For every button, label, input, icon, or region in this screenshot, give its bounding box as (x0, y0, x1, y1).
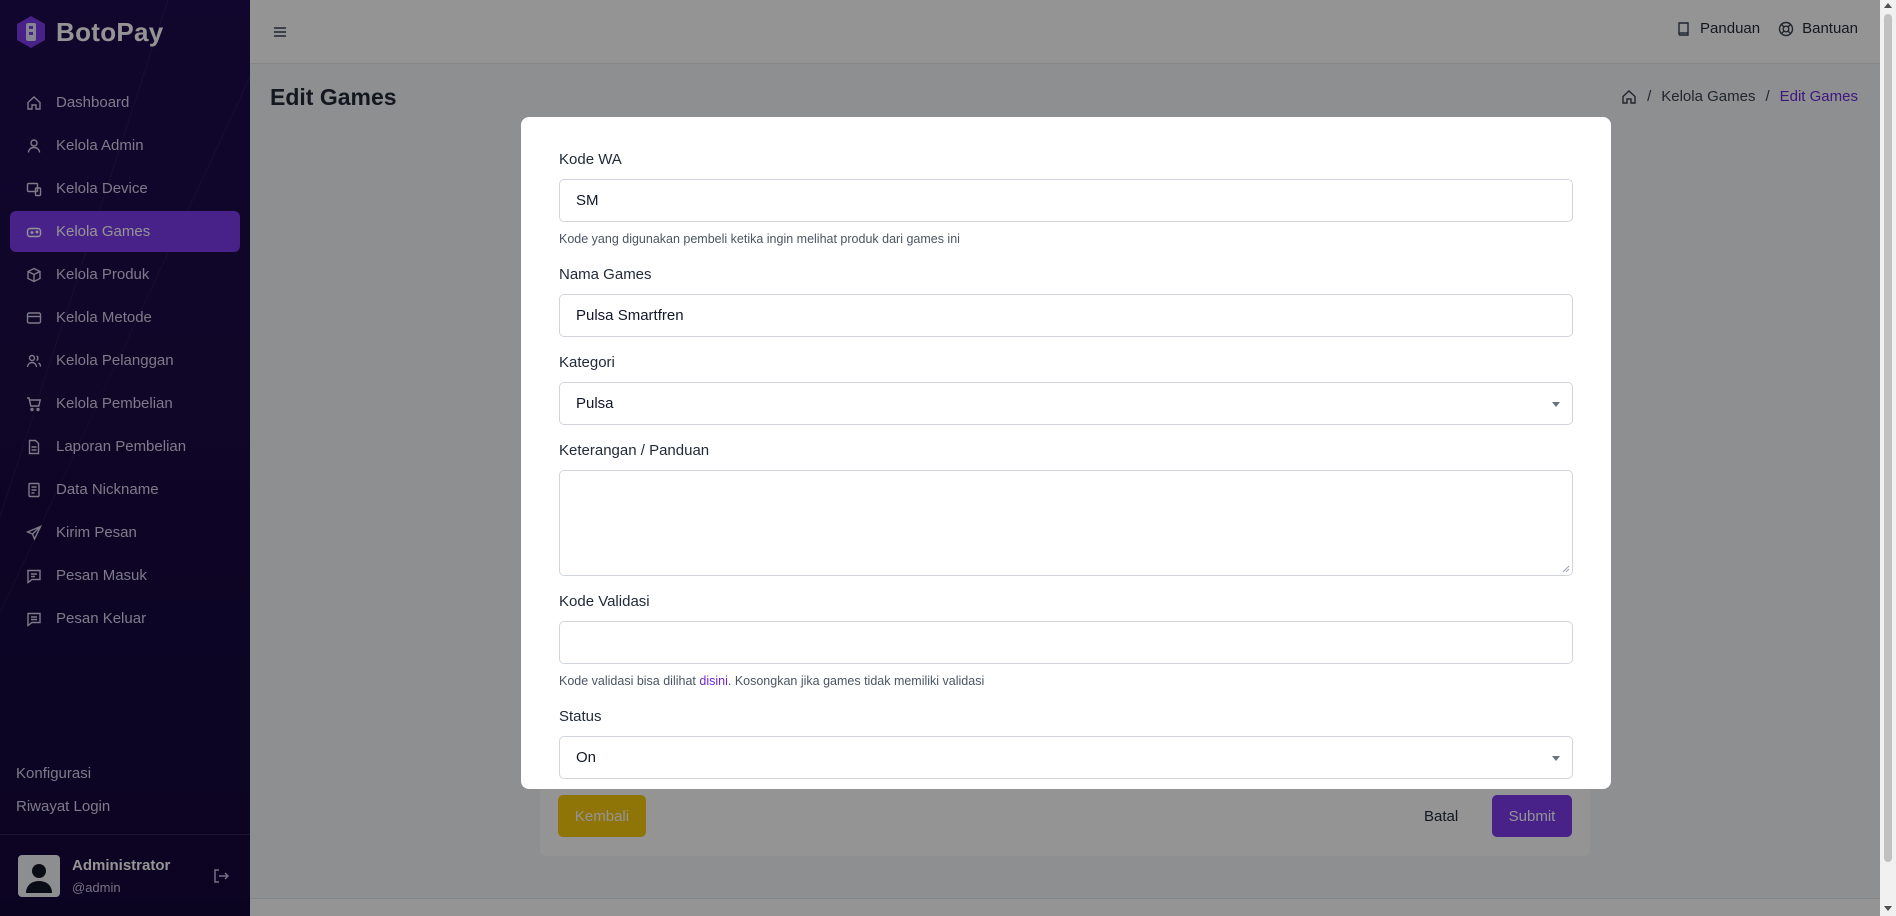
status-select[interactable]: On (559, 736, 1573, 779)
nama-games-label: Nama Games (559, 266, 652, 283)
kode-validasi-input[interactable] (559, 621, 1573, 664)
chevron-down-icon (1552, 402, 1560, 407)
kode-validasi-help-prefix: Kode validasi bisa dilihat (559, 674, 700, 688)
page-scrollbar[interactable] (1880, 0, 1896, 916)
resize-handle-icon[interactable] (1562, 565, 1570, 573)
kode-wa-label: Kode WA (559, 151, 622, 168)
status-value: On (576, 749, 597, 766)
kode-wa-input[interactable]: SM (559, 179, 1573, 222)
disini-link[interactable]: disini (699, 674, 728, 688)
kategori-value: Pulsa (576, 395, 614, 412)
modal-body (539, 131, 1591, 789)
nama-games-value: Pulsa Smartfren (576, 307, 684, 324)
kode-validasi-help: Kode validasi bisa dilihat disini. Koson… (559, 674, 984, 688)
status-label: Status (559, 708, 602, 725)
scroll-up-icon[interactable] (1884, 3, 1892, 8)
kategori-label: Kategori (559, 354, 615, 371)
kode-wa-help: Kode yang digunakan pembeli ketika ingin… (559, 232, 960, 246)
scroll-down-icon[interactable] (1884, 906, 1892, 911)
kode-validasi-label: Kode Validasi (559, 593, 650, 610)
nama-games-input[interactable]: Pulsa Smartfren (559, 294, 1573, 337)
scroll-thumb[interactable] (1884, 14, 1892, 862)
edit-games-modal: Kode WA SM Kode yang digunakan pembeli k… (521, 117, 1611, 789)
kategori-select[interactable]: Pulsa (559, 382, 1573, 425)
kode-wa-value: SM (576, 192, 599, 209)
keterangan-label: Keterangan / Panduan (559, 442, 710, 459)
kode-validasi-help-suffix: . Kosongkan jika games tidak memiliki va… (727, 674, 985, 688)
chevron-down-icon (1552, 756, 1560, 761)
keterangan-textarea[interactable] (559, 470, 1573, 576)
